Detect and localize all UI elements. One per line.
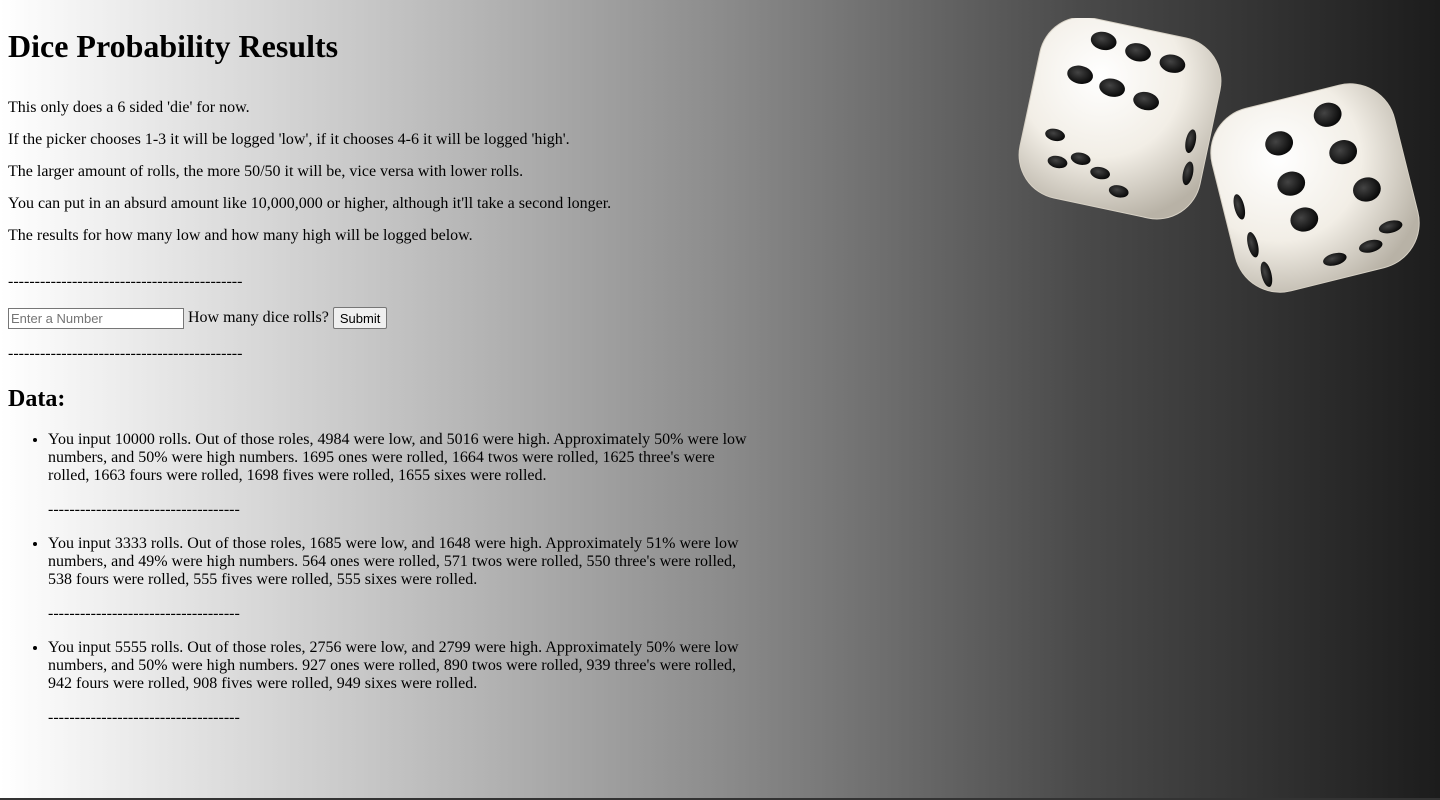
- divider-top: ----------------------------------------…: [8, 273, 243, 290]
- intro-line: If the picker chooses 1-3 it will be log…: [8, 131, 570, 148]
- intro-line: You can put in an absurd amount like 10,…: [8, 195, 612, 212]
- result-item: You input 5555 rolls. Out of those roles…: [48, 639, 748, 727]
- result-item: You input 3333 rolls. Out of those roles…: [48, 535, 748, 623]
- die-left: [1018, 18, 1222, 220]
- rolls-input[interactable]: [8, 307, 184, 329]
- divider-bottom: ----------------------------------------…: [8, 345, 243, 362]
- intro-line: The results for how many low and how man…: [8, 227, 473, 244]
- rolls-label: How many dice rolls?: [188, 309, 329, 326]
- result-divider: ------------------------------------: [48, 501, 240, 518]
- intro-section: This only does a 6 sided 'die' for now. …: [8, 99, 768, 245]
- intro-line: The larger amount of rolls, the more 50/…: [8, 163, 524, 180]
- result-text: You input 3333 rolls. Out of those roles…: [48, 535, 739, 588]
- result-divider: ------------------------------------: [48, 709, 240, 726]
- intro-line: This only does a 6 sided 'die' for now.: [8, 99, 250, 116]
- page-title: Dice Probability Results: [8, 28, 339, 64]
- roll-form: How many dice rolls? Submit: [8, 307, 768, 329]
- submit-button[interactable]: Submit: [332, 307, 388, 329]
- die-right: [1210, 83, 1420, 293]
- result-text: You input 10000 rolls. Out of those role…: [48, 431, 747, 484]
- result-divider: ------------------------------------: [48, 605, 240, 622]
- result-item: You input 10000 rolls. Out of those role…: [48, 431, 748, 519]
- result-text: You input 5555 rolls. Out of those roles…: [48, 639, 739, 692]
- results-list: You input 10000 rolls. Out of those role…: [8, 431, 748, 727]
- page-content: Dice Probability Results This only does …: [8, 0, 768, 743]
- data-heading: Data:: [8, 386, 66, 412]
- dice-icon: [1018, 18, 1420, 293]
